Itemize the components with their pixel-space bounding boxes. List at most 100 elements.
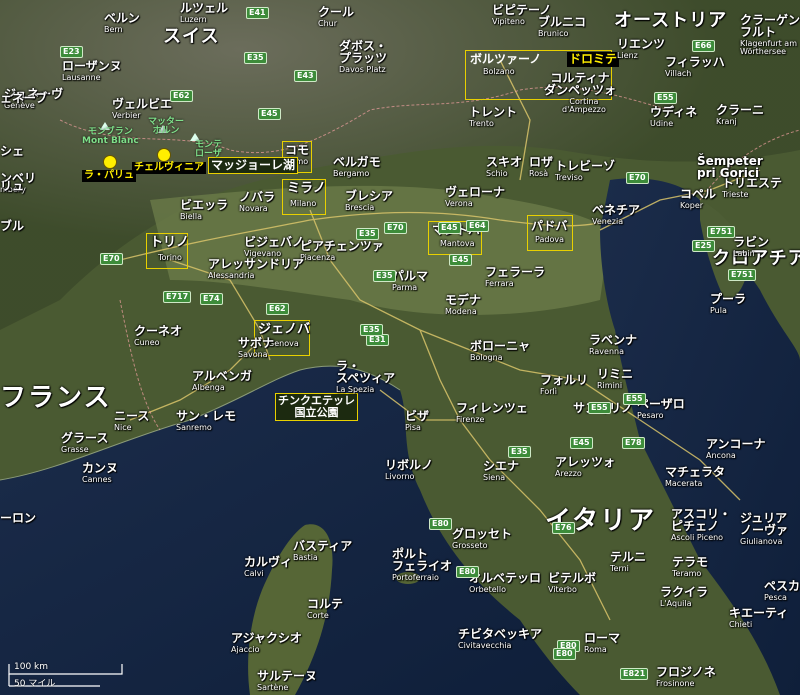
city-label[interactable]: フィレンツェ Firenze — [456, 402, 528, 424]
como-label[interactable]: コモ — [285, 144, 309, 156]
city-label[interactable]: ラビン Labin — [733, 236, 769, 258]
city-label[interactable]: スキオ Schio — [486, 156, 522, 178]
city-name-en: Lienz — [617, 51, 638, 60]
city-label[interactable]: ダボス・ プラッツ Davos Platz — [339, 40, 387, 74]
city-label[interactable]: グロッセト Grosseto — [452, 528, 512, 550]
city-name-jp: リボルノ — [385, 458, 434, 472]
city-label[interactable]: ポルト フェライオ Portoferraio — [392, 548, 452, 582]
city-label[interactable]: フェラーラ Ferrara — [485, 266, 545, 288]
city-label[interactable]: アスコリ・ ピチェノ Ascoli Piceno — [671, 508, 731, 542]
city-label[interactable]: グラース Grasse — [61, 432, 108, 454]
city-label[interactable]: ニース Nice — [114, 410, 149, 432]
city-label[interactable]: ピアチェンツァ Piacenza — [300, 240, 384, 262]
city-label[interactable]: ヴェローナ Verona — [445, 186, 505, 208]
city-label[interactable]: ブルニコ Brunico — [538, 16, 586, 38]
city-label[interactable]: ベルガモ Bergamo — [333, 156, 381, 178]
city-label[interactable]: ビテルボ Viterbo — [548, 572, 596, 594]
milano-en: Milano — [290, 199, 317, 208]
city-label[interactable]: リュ — [0, 180, 24, 192]
city-label[interactable]: ロザ Rosà — [529, 156, 553, 178]
city-label[interactable]: アンコーナ Ancona — [706, 438, 766, 460]
city-label[interactable]: アレッツォ Arezzo — [555, 456, 615, 478]
city-label[interactable]: トレビーゾ Treviso — [555, 160, 615, 182]
city-label[interactable]: パルマ Parma — [392, 270, 428, 292]
lapalyu-dot[interactable] — [103, 155, 117, 169]
city-name-en: Chieti — [729, 620, 753, 629]
city-label[interactable]: ノバラ Novara — [239, 191, 275, 213]
city-label[interactable]: プーラ Pula — [710, 293, 746, 315]
city-label[interactable]: ペスカ Pesca — [764, 580, 800, 602]
city-label[interactable]: ブル — [0, 220, 24, 232]
city-label[interactable]: ジュリア ノーヴァ Giulianova — [740, 512, 788, 546]
city-label[interactable]: ーロン — [0, 512, 36, 524]
city-label[interactable]: トリエステ Trieste — [722, 177, 782, 199]
city-label[interactable]: ラベンナ Ravenna — [589, 334, 637, 356]
city-label[interactable]: シエナ Siena — [483, 460, 519, 482]
maggiore-label[interactable]: マッジョーレ湖 — [208, 157, 299, 175]
bolzano-label[interactable]: ボルツァーノ — [468, 52, 543, 67]
city-label[interactable]: クーネオ Cuneo — [134, 325, 182, 347]
city-label[interactable]: アルベンガ Albenga — [192, 370, 252, 392]
map-view[interactable]: スイス オーストリア クロアチア フランス イタリア ボルツァーノ Bolzan… — [0, 0, 800, 695]
city-label[interactable]: クール Chur — [318, 6, 354, 28]
city-label[interactable]: テルニ Terni — [610, 551, 646, 573]
city-label[interactable]: チビタベッキア Civitavecchia — [458, 628, 542, 650]
city-label[interactable]: リボルノ Livorno — [385, 459, 433, 481]
city-label[interactable]: ビザ Pisa — [405, 410, 429, 432]
city-label[interactable]: バスティア Bastia — [293, 540, 352, 562]
city-label[interactable]: サン・レモ Sanremo — [176, 410, 236, 432]
city-label[interactable]: アジャクシオ Ajaccio — [231, 632, 302, 654]
city-label[interactable]: ェネーブ — [0, 92, 47, 104]
city-label[interactable]: フロジノネ Frosinone — [656, 666, 716, 688]
city-label[interactable]: ボローニャ Bologna — [470, 340, 530, 362]
city-name-en: Cannes — [82, 475, 112, 484]
lapalyu-label[interactable]: ラ・パリュ — [82, 170, 136, 182]
city-label[interactable]: ビエッラ Biella — [180, 199, 228, 221]
city-label[interactable]: クラーゲン フルト Klagenfurt am Wörthersee — [740, 14, 800, 56]
city-label[interactable]: ルツェル Luzern — [180, 2, 228, 24]
city-label[interactable]: ビジェバノ Vigevano — [244, 236, 304, 258]
cervinia-dot[interactable] — [157, 148, 171, 162]
city-label[interactable]: クラーニ Kranj — [716, 104, 764, 126]
city-label[interactable]: トレント Trento — [469, 106, 517, 128]
city-label[interactable]: ウディネ Udine — [650, 106, 697, 128]
city-label[interactable]: ラ・ スペツィア La Spezia — [336, 360, 395, 394]
city-label[interactable]: ベネチア Venezia — [592, 204, 640, 226]
city-label[interactable]: ヴェルビエ Verbier — [112, 98, 172, 120]
city-name-jp: トレビーゾ — [555, 159, 616, 173]
highway-shield: E45 — [570, 437, 593, 449]
city-label[interactable]: ラクイラ L'Aquila — [660, 586, 708, 608]
city-label[interactable]: リエンツ Lienz — [617, 38, 665, 60]
city-label[interactable]: ローマ Roma — [584, 632, 620, 654]
city-label[interactable]: モデナ Modena — [445, 294, 481, 316]
city-label[interactable]: アレッサンドリア Alessandria — [208, 258, 304, 280]
city-label[interactable]: キエーティ Chieti — [729, 607, 788, 629]
city-label[interactable]: サボナ Savona — [238, 337, 274, 359]
city-label[interactable]: ブレシア Brescia — [345, 190, 393, 212]
padova-label[interactable]: パドバ — [531, 220, 567, 232]
city-label[interactable]: シェ — [0, 145, 24, 157]
city-label[interactable]: Šempeter pri Gorici — [697, 155, 763, 179]
city-name-en: Koper — [680, 201, 704, 210]
genova-label[interactable]: ジェノバ — [258, 323, 310, 336]
city-name-jp: ウディネ — [650, 105, 698, 119]
city-label[interactable]: ローザンヌ Lausanne — [62, 60, 122, 82]
city-label[interactable]: カンヌ Cannes — [82, 462, 118, 484]
torino-label[interactable]: トリノ — [150, 236, 189, 249]
cervinia-label[interactable]: チェルヴィニア — [132, 162, 206, 174]
city-label[interactable]: フィラッハ Villach — [665, 56, 725, 78]
city-label[interactable]: コルテ Corte — [307, 598, 343, 620]
city-label[interactable]: マチェラタ Macerata — [665, 466, 725, 488]
cinque-terre-label[interactable]: チンクエテッレ 国立公園 — [275, 393, 358, 422]
city-label[interactable]: オルベテッロ Orbetello — [469, 572, 541, 594]
city-label[interactable]: フォルリ Forlì — [540, 374, 588, 396]
country-austria: オーストリア — [614, 10, 728, 31]
city-label[interactable]: サルテーヌ Sartène — [257, 670, 317, 692]
dolomiti-label[interactable]: ドロミテ — [567, 52, 620, 68]
milano-label[interactable]: ミラノ — [287, 182, 326, 195]
city-label[interactable]: リミニ Rimini — [597, 368, 633, 390]
city-label[interactable]: テラモ Teramo — [672, 556, 708, 578]
city-label[interactable]: ベルン Bern — [104, 12, 140, 34]
city-label[interactable]: コペル Koper — [680, 188, 716, 210]
city-label[interactable]: カルヴィ Calvi — [244, 556, 292, 578]
